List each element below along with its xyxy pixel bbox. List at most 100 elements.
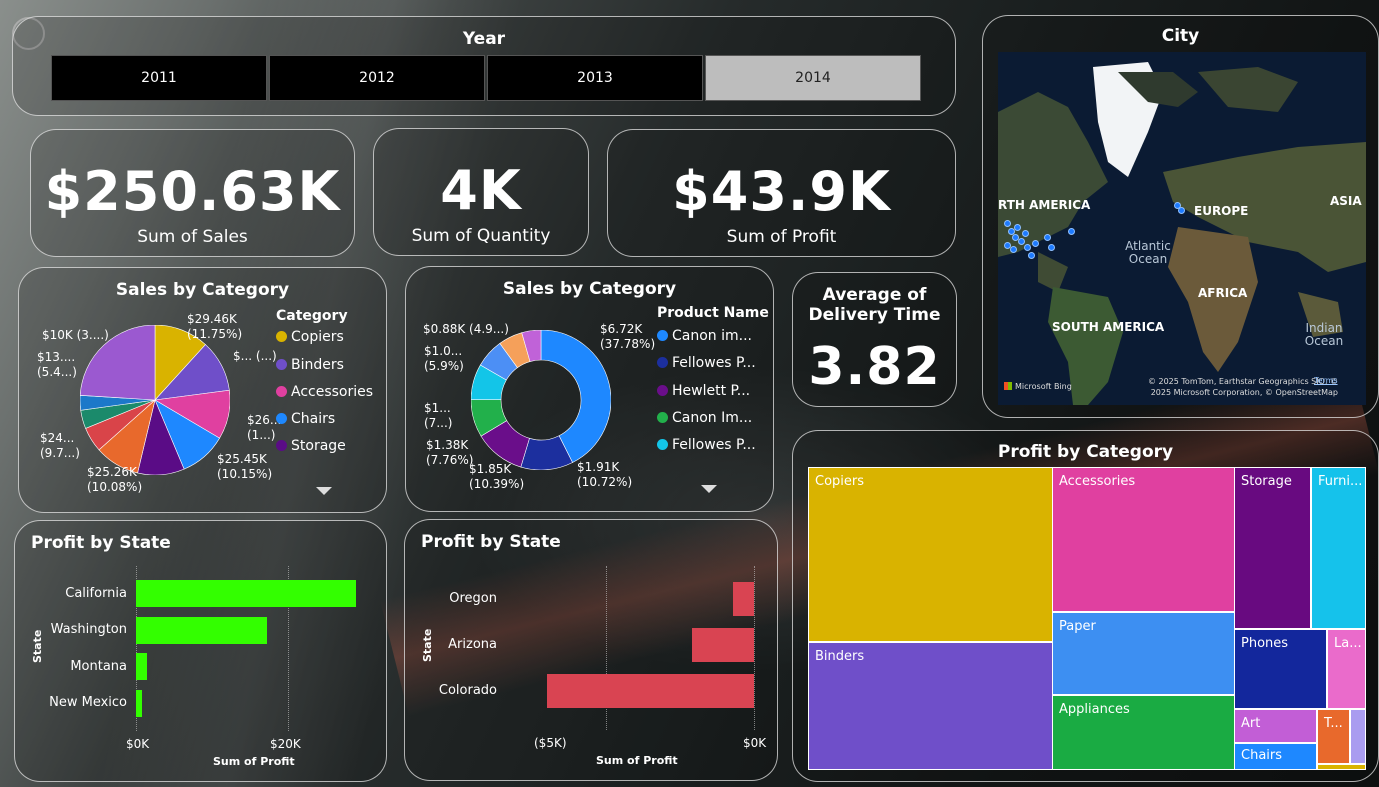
legend-dot-icon xyxy=(276,413,287,424)
treemap-tile-labels[interactable]: La... xyxy=(1327,629,1366,709)
bars-right-bar-2[interactable] xyxy=(546,674,754,708)
year-slicer-title: Year xyxy=(462,29,506,49)
left-x-axis-title: Sum of Profit xyxy=(213,755,295,768)
treemap-tile-paper[interactable]: Paper xyxy=(1052,612,1235,695)
treemap-tile-accessories[interactable]: Accessories xyxy=(1052,467,1235,612)
treemap-tile-other[interactable] xyxy=(1350,709,1366,764)
profit-state-negative-title: Profit by State xyxy=(421,532,561,552)
donut-chart-title: Sales by Category xyxy=(502,279,677,299)
donut-chart[interactable] xyxy=(471,330,611,470)
bars-left-category-label-1: Washington xyxy=(50,622,127,637)
kpi-quantity-card: 4K Sum of Quantity xyxy=(373,128,589,256)
kpi-delivery-card: Average of Delivery Time 3.82 xyxy=(792,272,957,407)
bars-left-bar-1[interactable] xyxy=(136,616,267,644)
donut-legend-item-4[interactable]: Canon Im... xyxy=(657,410,752,426)
right-x-tick-0: ($5K) xyxy=(534,736,567,750)
year-2012-button[interactable]: 2012 xyxy=(269,55,485,101)
treemap-tile-storage[interactable]: Storage xyxy=(1234,467,1311,629)
donut-label-4: $1.38K (7.76%) xyxy=(426,438,474,467)
legend-dot-icon xyxy=(657,439,668,450)
donut-legend-item-5[interactable]: Fellowes P... xyxy=(657,437,756,453)
map-label-atlantic: Atlantic Ocean xyxy=(1125,239,1171,266)
donut-legend-item-2[interactable]: Fellowes P... xyxy=(657,355,756,371)
pie-legend-binders[interactable]: Binders xyxy=(276,357,344,373)
bars-right-category-label-0: Oregon xyxy=(449,591,497,606)
left-x-tick-1: $20K xyxy=(270,737,301,751)
profit-state-positive-title: Profit by State xyxy=(31,533,171,553)
treemap-tile-copiers[interactable]: Copiers xyxy=(808,467,1053,642)
donut-legend-item-1[interactable]: Canon im... xyxy=(657,328,752,344)
kpi-profit-label: Sum of Profit xyxy=(726,227,837,247)
bars-right-bar-0[interactable] xyxy=(733,582,754,616)
bars-left-bar-3[interactable] xyxy=(136,689,143,717)
kpi-delivery-title-2: Delivery Time xyxy=(808,305,941,325)
kpi-sales-label: Sum of Sales xyxy=(137,227,248,247)
treemap-tile-chairs[interactable]: Chairs xyxy=(1234,743,1317,770)
profit-state-positive-card: Profit by State xyxy=(14,520,387,782)
legend-dot-icon xyxy=(657,357,668,368)
legend-dot-icon xyxy=(657,330,668,341)
map-label-asia: ASIA xyxy=(1330,194,1362,208)
pie-legend-accessories[interactable]: Accessories xyxy=(276,384,373,400)
bars-right-bar-1[interactable] xyxy=(691,628,754,662)
pie-label-copiers: $29.46K (11.75%) xyxy=(187,312,243,341)
kpi-profit-card: $43.9K Sum of Profit xyxy=(607,129,956,257)
pie-chart-title: Sales by Category xyxy=(115,280,290,300)
right-x-axis-title: Sum of Profit xyxy=(596,754,678,767)
treemap-tile-binders[interactable]: Binders xyxy=(808,642,1053,770)
pie-chart[interactable] xyxy=(80,325,230,475)
kpi-quantity-value: 4K xyxy=(440,159,522,222)
donut-label-2: $1.91K (10.72%) xyxy=(577,460,633,489)
pie-legend-title: Category xyxy=(276,308,348,324)
right-x-tick-1: $0K xyxy=(743,736,767,750)
treemap-tile-tables[interactable]: T... xyxy=(1317,709,1350,764)
kpi-delivery-value: 3.82 xyxy=(808,337,941,397)
legend-dot-icon xyxy=(276,331,287,342)
donut-legend-scroll-down-icon[interactable] xyxy=(701,485,717,493)
treemap-tile-phones[interactable]: Phones xyxy=(1234,629,1327,709)
year-2011-button[interactable]: 2011 xyxy=(51,55,267,101)
map-label-south-america: SOUTH AMERICA xyxy=(1052,320,1165,334)
legend-dot-icon xyxy=(276,359,287,370)
bars-right-category-label-1: Arizona xyxy=(448,637,497,652)
donut-legend-title: Product Name xyxy=(657,305,769,321)
legend-dot-icon xyxy=(657,385,668,396)
pie-legend-copiers[interactable]: Copiers xyxy=(276,329,344,345)
legend-dot-icon xyxy=(276,440,287,451)
kpi-sales-card: $250.63K Sum of Sales xyxy=(30,129,355,257)
treemap-tile-art[interactable]: Art xyxy=(1234,709,1317,743)
map-title: City xyxy=(1161,26,1200,46)
bars-left-category-label-3: New Mexico xyxy=(49,695,127,710)
bars-right-category-label-2: Colorado xyxy=(438,683,497,698)
year-2014-button[interactable]: 2014 xyxy=(705,55,921,101)
treemap-tile-appliances[interactable]: Appliances xyxy=(1052,695,1235,770)
legend-dot-icon xyxy=(276,386,287,397)
kpi-profit-value: $43.9K xyxy=(672,160,891,223)
map-terms-link[interactable]: Terms xyxy=(1314,376,1338,385)
kpi-quantity-label: Sum of Quantity xyxy=(411,226,551,246)
map-label-north-america: RTH AMERICA xyxy=(998,198,1091,212)
bars-left-category-label-2: Montana xyxy=(70,658,127,674)
right-y-axis-title: State xyxy=(421,628,434,662)
donut-label-7: $0.88K (4.9...) xyxy=(423,322,509,336)
year-2013-button[interactable]: 2013 xyxy=(487,55,703,101)
kpi-sales-value: $250.63K xyxy=(44,160,341,223)
map-label-europe: EUROPE xyxy=(1194,204,1249,218)
legend-dot-icon xyxy=(657,412,668,423)
left-x-tick-0: $0K xyxy=(126,737,150,751)
pie-legend-scroll-down-icon[interactable] xyxy=(316,487,332,495)
map-label-indian: Indian Ocean xyxy=(1304,321,1344,348)
bars-right-gridline-1 xyxy=(754,566,755,730)
bars-left-bar-2[interactable] xyxy=(136,653,147,680)
pie-legend-storage[interactable]: Storage xyxy=(276,438,346,454)
map-bing-logo: Microsoft Bing xyxy=(1004,382,1072,391)
treemap-tile-small[interactable] xyxy=(1317,764,1366,770)
pie-label-binders: $... (...) xyxy=(233,349,277,363)
treemap-title: Profit by Category xyxy=(997,442,1174,462)
treemap-tile-furnishings[interactable]: Furni... xyxy=(1311,467,1366,629)
bars-left-bar-0[interactable] xyxy=(136,580,357,607)
pie-legend-chairs[interactable]: Chairs xyxy=(276,411,335,427)
donut-legend-item-3[interactable]: Hewlett P... xyxy=(657,383,750,399)
city-map[interactable]: RTH AMERICA EUROPE ASIA AFRICA SOUTH AME… xyxy=(998,52,1366,405)
pie-label-phones: $10K (3....) xyxy=(42,328,109,342)
